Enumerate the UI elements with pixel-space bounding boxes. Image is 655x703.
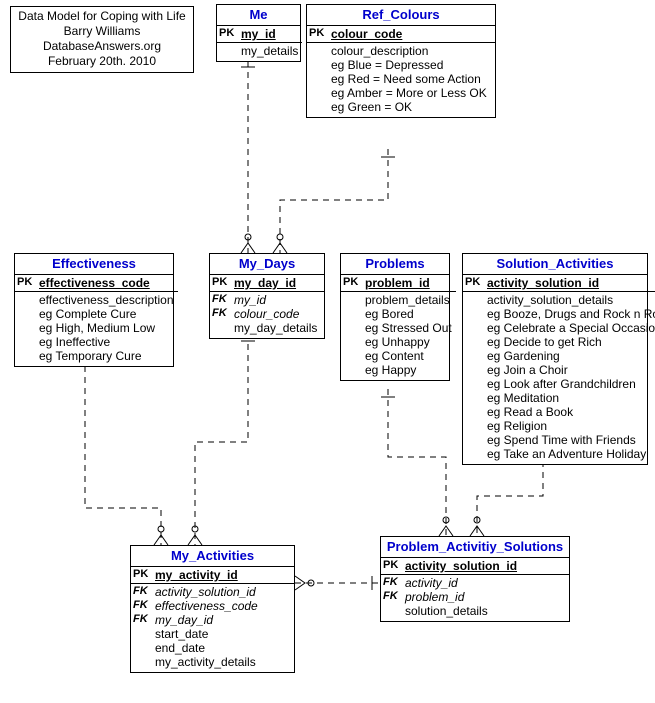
erd-stage: Data Model for Coping with Life Barry Wi…: [0, 0, 655, 703]
diagram-title: Data Model for Coping with Life: [17, 9, 187, 24]
entity-title: Problems: [341, 254, 449, 275]
entity-my-days: My_Days PK my_day_id FK my_id FK colour_…: [209, 253, 325, 339]
diagram-caption: Data Model for Coping with Life Barry Wi…: [10, 6, 194, 73]
entity-title: Effectiveness: [15, 254, 173, 275]
diagram-author: Barry Williams: [17, 24, 187, 39]
entity-my-activities: My_Activities PK my_activity_id FK activ…: [130, 545, 295, 673]
entity-problem-activity-solutions: Problem_Activitiy_Solutions PK activity_…: [380, 536, 570, 622]
diagram-date: February 20th. 2010: [17, 54, 187, 69]
entity-title: Me: [217, 5, 300, 26]
entity-effectiveness: Effectiveness PK effectiveness_code effe…: [14, 253, 174, 367]
diagram-source: DatabaseAnswers.org: [17, 39, 187, 54]
entity-title: My_Days: [210, 254, 324, 275]
entity-title: My_Activities: [131, 546, 294, 567]
entity-ref-colours: Ref_Colours PK colour_code colour_descri…: [306, 4, 496, 118]
entity-solution-activities: Solution_Activities PK activity_solution…: [462, 253, 648, 465]
entity-title: Solution_Activities: [463, 254, 647, 275]
entity-problems: Problems PK problem_id problem_details e…: [340, 253, 450, 381]
entity-title: Ref_Colours: [307, 5, 495, 26]
entity-me: Me PK my_id my_details: [216, 4, 301, 62]
entity-title: Problem_Activitiy_Solutions: [381, 537, 569, 558]
